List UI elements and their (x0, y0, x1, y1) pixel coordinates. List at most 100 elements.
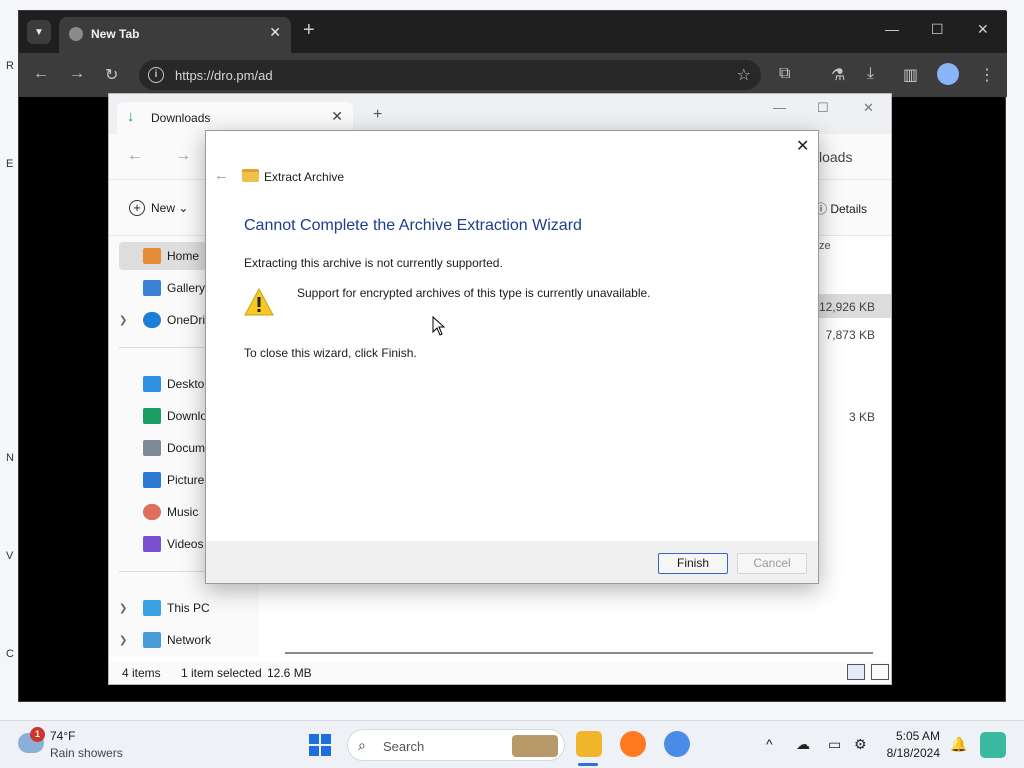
downloads-icon[interactable]: ⤓ (867, 65, 874, 83)
extract-archive-dialog: ✕ ← Extract Archive Cannot Complete the … (205, 130, 819, 584)
location-breadcrumb[interactable]: loads (819, 149, 852, 165)
sidebar-item-network[interactable]: ❯ Network (119, 626, 259, 654)
close-icon[interactable]: ✕ (796, 136, 809, 156)
plus-icon: + (129, 200, 145, 216)
maximize-button[interactable]: ☐ (931, 21, 944, 38)
new-label: New (151, 201, 176, 215)
search-highlight-image (512, 735, 558, 757)
dialog-heading: Cannot Complete the Archive Extraction W… (244, 217, 582, 234)
download-icon (143, 408, 161, 424)
details-view-icon[interactable] (847, 664, 865, 680)
sidebar-item-label: Gallery (167, 281, 206, 295)
forward-icon[interactable]: → (69, 65, 85, 83)
chrome-tab[interactable]: New Tab ✕ (59, 17, 291, 53)
download-icon: ↓ (127, 108, 135, 125)
file-explorer-app-icon[interactable] (576, 731, 602, 757)
back-icon[interactable]: ← (127, 147, 143, 165)
extensions-icon[interactable]: ⧉ (779, 65, 790, 83)
tab-search-button[interactable]: ▼ (27, 20, 51, 44)
sidebar-item-label: Videos (167, 537, 204, 551)
home-icon (143, 248, 161, 264)
chevron-up-icon[interactable]: ^ (766, 736, 773, 752)
desktop-icon (143, 376, 161, 392)
globe-icon (69, 27, 83, 41)
desktop-icon-label: V (6, 550, 14, 562)
weather-temperature[interactable]: 74°F (50, 729, 75, 743)
horizontal-scrollbar[interactable] (285, 652, 873, 654)
taskbar: 1 74°F Rain showers ⌕ Search ^ ☁ ▭ ⚙ 5:0… (0, 720, 1024, 768)
side-panel-icon[interactable]: ▥ (903, 65, 918, 85)
clock-time[interactable]: 5:05 AM (888, 729, 940, 743)
close-window-button[interactable]: ✕ (977, 21, 989, 38)
dialog-caption: Extract Archive (264, 170, 345, 184)
start-logo-tile (321, 746, 331, 756)
profile-avatar[interactable] (937, 63, 959, 85)
gallery-icon (143, 280, 161, 296)
new-button[interactable]: + New ⌄ (129, 200, 188, 216)
chevron-right-icon[interactable]: ❯ (119, 603, 133, 614)
new-tab-button[interactable]: + (303, 19, 315, 42)
finish-button[interactable]: Finish (658, 553, 728, 574)
warning-text: Support for encrypted archives of this t… (297, 286, 651, 300)
chevron-right-icon[interactable]: ❯ (119, 315, 133, 326)
new-tab-button[interactable]: + (373, 106, 382, 124)
minimize-button[interactable]: — (773, 100, 786, 115)
forward-icon[interactable]: → (175, 147, 191, 165)
column-header-size[interactable]: ze (819, 240, 831, 252)
back-icon[interactable]: ← (214, 167, 229, 184)
active-app-indicator (578, 763, 598, 766)
reload-icon[interactable]: ↻ (105, 65, 118, 85)
sidebar-item-label: Home (167, 249, 200, 263)
details-label: Details (830, 202, 868, 216)
start-logo-tile (309, 746, 319, 756)
display-icon[interactable]: ▭ (828, 736, 841, 753)
status-bar: 4 items 1 item selected 12.6 MB (109, 662, 891, 684)
chrome-tab-title: New Tab (91, 27, 140, 41)
maximize-button[interactable]: ☐ (817, 100, 829, 116)
taskbar-search-box[interactable]: ⌕ Search (347, 729, 565, 761)
firefox-app-icon[interactable] (620, 731, 646, 757)
network-status-icon[interactable]: ⚙ (854, 736, 867, 753)
menu-icon[interactable]: ⋮ (979, 65, 995, 85)
bookmark-star-icon[interactable]: ☆ (737, 65, 751, 85)
address-bar[interactable]: i https://dro.pm/ad ☆ (139, 60, 761, 90)
chrome-toolbar: ← → ↻ i https://dro.pm/ad ☆ ⧉ ⚗ ⤓ ▥ ⋮ (19, 53, 1007, 97)
back-icon[interactable]: ← (33, 65, 49, 83)
warning-icon (244, 288, 274, 316)
dialog-footer: Finish Cancel (206, 541, 818, 583)
sidebar-item-label: Downlo (167, 409, 208, 423)
desktop-icon-label: N (6, 452, 14, 464)
close-tab-icon[interactable]: ✕ (331, 108, 343, 125)
clock-date[interactable]: 8/18/2024 (870, 746, 940, 760)
cancel-button[interactable]: Cancel (737, 553, 807, 574)
minimize-button[interactable]: — (885, 21, 899, 37)
desktop-icon-label: E (6, 158, 14, 170)
url-text: https://dro.pm/ad (175, 68, 273, 83)
item-count: 4 items (122, 666, 161, 680)
desktop-icon-label: C (6, 648, 14, 660)
weather-description[interactable]: Rain showers (50, 746, 123, 760)
network-icon (143, 632, 161, 648)
document-icon (143, 440, 161, 456)
close-window-button[interactable]: ✕ (863, 100, 874, 116)
start-button[interactable] (309, 734, 331, 756)
site-info-icon[interactable]: i (148, 67, 164, 83)
sidebar-item-this-pc[interactable]: ❯ This PC (119, 594, 259, 622)
tiles-view-icon[interactable] (871, 664, 889, 680)
close-tab-icon[interactable]: ✕ (269, 24, 281, 41)
notification-bell-icon[interactable]: 🔔 (950, 736, 967, 753)
sidebar-item-label: Network (167, 633, 212, 647)
pictures-icon (143, 472, 161, 488)
cloud-icon (143, 312, 161, 328)
copilot-icon[interactable] (980, 732, 1006, 758)
search-placeholder: Search (383, 739, 425, 754)
selection-size: 12.6 MB (267, 666, 312, 680)
sidebar-item-label: Pictures (167, 473, 211, 487)
chevron-right-icon[interactable]: ❯ (119, 635, 133, 646)
cloud-off-icon[interactable]: ☁ (796, 736, 810, 753)
desktop-icon-label: R (6, 60, 14, 72)
chrome-app-icon[interactable] (664, 731, 690, 757)
pc-icon (143, 600, 161, 616)
details-button[interactable]: ⓘ Details (815, 200, 867, 217)
labs-flask-icon[interactable]: ⚗ (831, 65, 845, 85)
